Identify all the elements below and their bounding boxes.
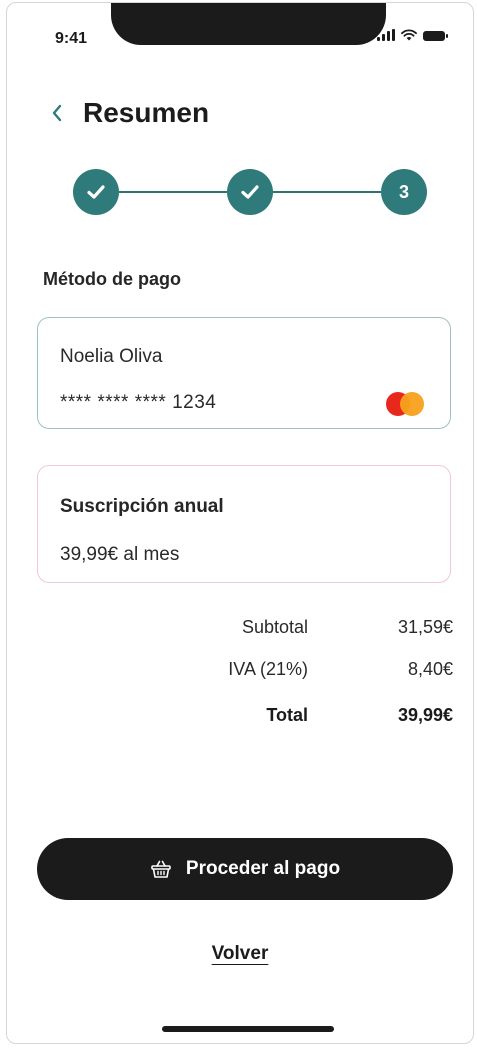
chevron-left-icon	[52, 104, 62, 122]
page-title: Resumen	[83, 97, 210, 128]
back-link-container: Volver	[7, 943, 473, 965]
wifi-icon	[401, 29, 417, 41]
subtotal-value: 31,59€	[397, 617, 453, 637]
card-number: **** **** **** 1234	[60, 392, 217, 413]
tax-value: 8,40€	[407, 659, 453, 679]
step-1-completed	[73, 169, 119, 215]
home-indicator	[162, 1026, 334, 1032]
notch	[111, 3, 386, 45]
subtotal-label: Subtotal	[241, 617, 308, 637]
basket-icon	[151, 860, 171, 878]
phone-screen: 9:41 Resumen 3 Método de pago Noelia Oli…	[6, 2, 474, 1044]
battery-icon	[423, 31, 448, 41]
step-3-current: 3	[381, 169, 427, 215]
total-label: Total	[266, 705, 308, 725]
status-time: 9:41	[55, 30, 88, 47]
step-connector	[119, 191, 227, 193]
total-value: 39,99€	[397, 705, 453, 725]
signal-icon	[377, 29, 395, 41]
step-connector	[273, 191, 383, 193]
summary-row-total: Total 39,99€	[7, 705, 473, 731]
tax-label: IVA (21%)	[228, 659, 308, 679]
subscription-title: Suscripción anual	[60, 496, 224, 517]
step-2-completed	[227, 169, 273, 215]
payment-method-label: Método de pago	[43, 269, 181, 289]
payment-card[interactable]: Noelia Oliva **** **** **** 1234	[37, 317, 451, 429]
proceed-to-payment-button[interactable]: Proceder al pago	[37, 838, 453, 900]
status-icons	[377, 29, 448, 41]
proceed-to-payment-label: Proceder al pago	[185, 858, 341, 879]
subscription-price: 39,99€ al mes	[60, 544, 180, 565]
back-button[interactable]	[45, 96, 69, 130]
summary-row-tax: IVA (21%) 8,40€	[7, 659, 473, 685]
back-link[interactable]: Volver	[212, 943, 269, 964]
progress-stepper: 3	[73, 169, 429, 215]
summary-row-subtotal: Subtotal 31,59€	[7, 617, 473, 643]
subscription-card[interactable]: Suscripción anual 39,99€ al mes	[37, 465, 451, 583]
check-icon	[87, 185, 105, 199]
mastercard-icon	[386, 392, 426, 416]
card-holder-name: Noelia Oliva	[60, 346, 163, 367]
check-icon	[241, 185, 259, 199]
